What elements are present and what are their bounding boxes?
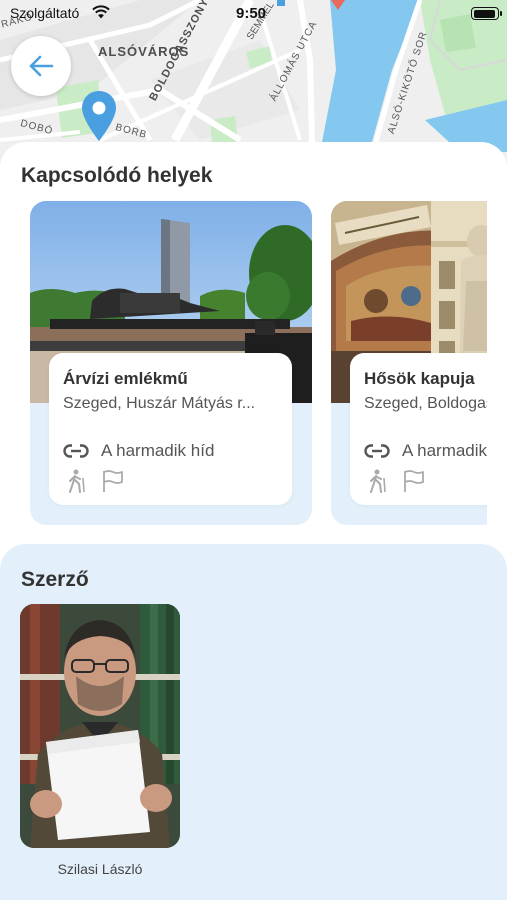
link-text: A harmadik híd bbox=[101, 441, 215, 460]
section-title: Szerző bbox=[21, 568, 89, 591]
flag-icon bbox=[402, 469, 426, 493]
place-card[interactable]: Árvízi emlékmű Szeged, Huszár Mátyás r..… bbox=[30, 201, 312, 525]
related-link[interactable]: A harmadik híd bbox=[364, 439, 487, 463]
hiker-icon bbox=[368, 469, 388, 493]
status-bar: Szolgáltató 9:50 bbox=[0, 0, 507, 28]
related-link[interactable]: A harmadik híd bbox=[63, 439, 214, 463]
link-icon bbox=[63, 444, 89, 458]
place-card[interactable]: Hősök kapuja Szeged, Boldogasszony sugár… bbox=[331, 201, 487, 525]
flag-icon bbox=[101, 469, 125, 493]
author-name: Szilasi László bbox=[57, 861, 143, 877]
place-address: Szeged, Huszár Mátyás r... bbox=[63, 395, 256, 412]
hiker-icon bbox=[67, 469, 87, 493]
badges bbox=[368, 469, 426, 493]
wifi-icon bbox=[92, 5, 110, 24]
place-address: Szeged, Boldogasszony sugárút bbox=[364, 395, 487, 412]
place-info: Árvízi emlékmű Szeged, Huszár Mátyás r..… bbox=[49, 353, 292, 505]
place-name: Hősök kapuja bbox=[364, 369, 475, 388]
author-photo bbox=[20, 604, 180, 848]
link-icon bbox=[364, 444, 390, 458]
related-places-section: Kapcsolódó helyek Árvízi emlékmű Szeged,… bbox=[0, 142, 507, 542]
place-info: Hősök kapuja Szeged, Boldogasszony sugár… bbox=[350, 353, 487, 505]
badges bbox=[67, 469, 125, 493]
battery-level bbox=[473, 9, 495, 18]
back-button[interactable] bbox=[11, 36, 71, 96]
place-name: Árvízi emlékmű bbox=[63, 369, 188, 388]
section-title: Kapcsolódó helyek bbox=[21, 164, 213, 187]
places-carousel[interactable]: Árvízi emlékmű Szeged, Huszár Mátyás r..… bbox=[0, 201, 487, 527]
author-card[interactable] bbox=[20, 604, 180, 848]
battery-icon bbox=[471, 7, 502, 20]
carrier-label: Szolgáltató bbox=[10, 5, 80, 21]
author-section: Szerző Szilasi László bbox=[0, 544, 507, 900]
arrow-left-icon bbox=[27, 54, 55, 78]
link-text: A harmadik híd bbox=[402, 441, 487, 460]
clock: 9:50 bbox=[236, 5, 267, 22]
